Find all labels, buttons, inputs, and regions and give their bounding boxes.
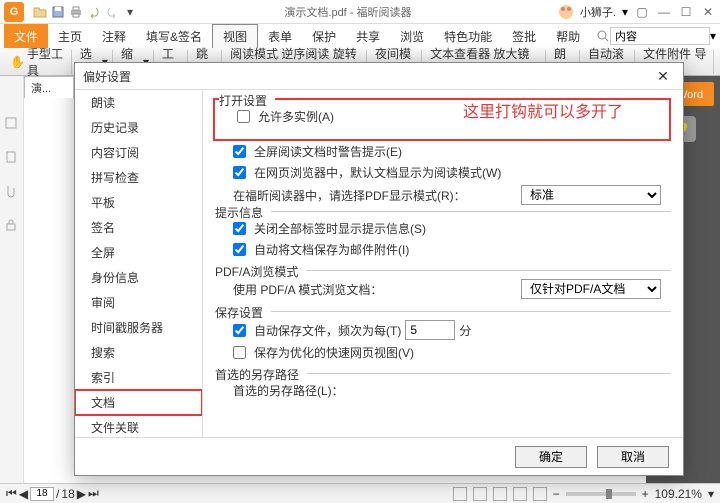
dialog-titlebar: 偏好设置 ✕ [75,63,683,89]
category-list: 朗读 历史记录 内容订阅 拼写检查 平板 签名 全屏 身份信息 审阅 时间戳服务… [75,90,203,437]
cat-identity[interactable]: 身份信息 [75,265,202,290]
save-attach-checkbox[interactable] [233,243,246,256]
cat-speak[interactable]: 朗读 [75,90,202,115]
redo-icon[interactable] [104,4,120,20]
cancel-button[interactable]: 取消 [597,446,669,468]
view-mode-3-icon[interactable] [493,487,507,501]
page-input[interactable] [30,487,54,501]
dialog-close-icon[interactable]: ✕ [651,66,675,86]
first-page-icon[interactable]: ⏮ [6,486,17,501]
hint-info-title: 提示信息 [215,204,271,221]
pdf-display-label: 在福昕阅读器中，请选择PDF显示模式(R)： [233,187,466,204]
open-icon[interactable] [32,4,48,20]
page-total: 18 [61,487,74,501]
autosave-interval-input[interactable] [405,320,455,340]
statusbar: ⏮ ◀ / 18 ▶ ⏭ − + 109.21% ▾ [0,483,720,503]
cat-history[interactable]: 历史记录 [75,115,202,140]
next-page-icon[interactable]: ▶ [77,487,86,501]
quick-access-toolbar: ▾ [32,4,138,20]
autosave-checkbox[interactable] [233,324,246,337]
last-page-icon[interactable]: ⏭ [88,486,99,501]
open-settings-highlight: 打开设置 允许多实例(A) [213,98,671,141]
prev-page-icon[interactable]: ◀ [19,487,28,501]
window-title: 演示文档.pdf - 福昕阅读器 [138,4,558,20]
save-attach-label: 自动将文档保存为邮件附件(I) [254,241,409,258]
close-window-icon[interactable]: ✕ [700,4,716,20]
web-viewer-label: 在网页浏览器中，默认文档显示为阅读模式(W) [254,164,501,181]
dialog-content: 这里打钩就可以多开了 打开设置 允许多实例(A) 全屏阅读文档时警告提示(E) … [203,90,683,437]
zoom-slider[interactable] [566,492,636,496]
view-mode-5-icon[interactable] [533,487,547,501]
save-icon[interactable] [50,4,66,20]
search-icon[interactable] [596,29,610,43]
minimize-icon[interactable]: — [656,4,672,20]
pdfa-select[interactable]: 仅针对PDF/A文档 [521,279,661,299]
cat-spell[interactable]: 拼写检查 [75,165,202,190]
left-toolbar [0,76,24,483]
fullscreen-warn-label: 全屏阅读文档时警告提示(E) [254,143,402,160]
search-box: ▾ [596,27,716,45]
cat-signature[interactable]: 签名 [75,215,202,240]
save-web-checkbox[interactable] [233,346,246,359]
hand-tool-label: 手型工具 [27,45,67,79]
web-viewer-checkbox[interactable] [233,166,246,179]
zoom-in-icon[interactable]: + [642,487,649,501]
undo-icon[interactable] [86,4,102,20]
pdf-display-select[interactable]: 标准 [521,185,661,205]
page-icon[interactable] [4,150,20,166]
view-mode-2-icon[interactable] [473,487,487,501]
pager: ⏮ ◀ / 18 ▶ ⏭ [6,486,99,501]
pdfa-label: 使用 PDF/A 模式浏览文档： [233,281,382,298]
zoom-out-icon[interactable]: − [553,487,560,501]
avatar-icon[interactable] [558,4,574,20]
hand-tool-icon[interactable]: ✋ [10,55,25,69]
cat-search[interactable]: 搜索 [75,340,202,365]
ok-button[interactable]: 确定 [515,446,587,468]
cat-subscribe[interactable]: 内容订阅 [75,140,202,165]
dialog-footer: 确定 取消 [75,437,683,475]
app-logo: G [4,2,24,22]
dialog-title: 偏好设置 [83,68,131,85]
qat-more-icon[interactable]: ▾ [122,4,138,20]
autosave-unit: 分 [459,322,471,339]
user-dropdown-icon[interactable]: ▾ [622,5,628,19]
print-icon[interactable] [68,4,84,20]
pdfa-title: PDF/A浏览模式 [215,263,306,280]
cat-tablet[interactable]: 平板 [75,190,202,215]
fullscreen-warn-checkbox[interactable] [233,145,246,158]
search-input[interactable] [610,27,710,45]
multi-instance-label: 允许多实例(A) [258,108,334,125]
cat-fullscreen[interactable]: 全屏 [75,240,202,265]
document-tab[interactable]: 演... [24,76,74,98]
titlebar: G ▾ 演示文档.pdf - 福昕阅读器 小狮子. ▾ ▢ — ☐ ✕ [0,0,720,24]
open-settings-title: 打开设置 [219,92,275,109]
view-mode-4-icon[interactable] [513,487,527,501]
bookmark-icon[interactable] [4,116,20,132]
username[interactable]: 小狮子. [580,4,616,20]
save-web-label: 保存为优化的快速网页视图(V) [254,344,414,361]
close-tabs-label: 关闭全部标签时显示提示信息(S) [254,220,426,237]
zoom-dropdown-icon[interactable]: ▾ [708,487,714,501]
preferences-dialog: 偏好设置 ✕ 朗读 历史记录 内容订阅 拼写检查 平板 签名 全屏 身份信息 审… [74,62,684,476]
cat-index[interactable]: 索引 [75,365,202,390]
multi-instance-checkbox[interactable] [237,110,250,123]
cat-review[interactable]: 审阅 [75,290,202,315]
view-mode-1-icon[interactable] [453,487,467,501]
cat-documents[interactable]: 文档 [75,390,202,415]
page-sep: / [56,487,59,501]
pref-path-title: 首选的另存路径 [215,366,307,383]
autosave-label: 自动保存文件，频次为每(T) [254,322,401,339]
save-settings-title: 保存设置 [215,304,271,321]
zoom-value: 109.21% [655,487,702,501]
cat-timestamp[interactable]: 时间戳服务器 [75,315,202,340]
maximize-icon[interactable]: ☐ [678,4,694,20]
clip-icon[interactable] [4,184,20,200]
lock-icon[interactable] [4,218,20,234]
search-dropdown-icon[interactable]: ▾ [710,29,716,43]
cat-file-assoc[interactable]: 文件关联 [75,415,202,437]
ribbon-toggle-icon[interactable]: ▢ [634,4,650,20]
pref-path-label: 首选的另存路径(L)： [233,382,344,399]
close-tabs-checkbox[interactable] [233,222,246,235]
